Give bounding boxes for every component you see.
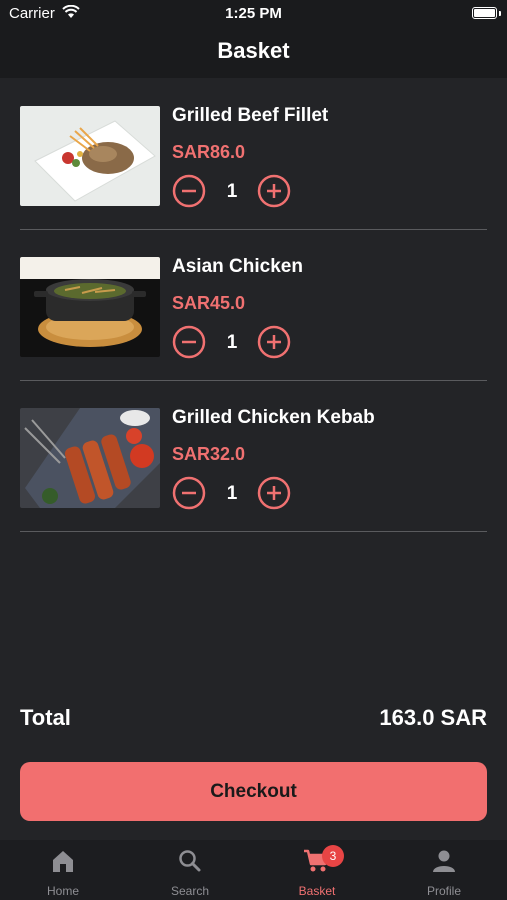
basket-item: Grilled Chicken Kebab SAR32.0 1	[20, 381, 487, 532]
food-image-asian-chicken	[20, 257, 160, 357]
plus-circle-icon	[257, 476, 291, 510]
basket-item: Asian Chicken SAR45.0 1	[20, 230, 487, 381]
tab-bar: Home Search Basket Profile	[0, 840, 507, 900]
item-quantity: 1	[226, 181, 238, 202]
clock: 1:25 PM	[225, 5, 282, 22]
minus-circle-icon	[172, 476, 206, 510]
plus-circle-icon	[257, 325, 291, 359]
basket-item: Grilled Beef Fillet SAR86.0 1	[20, 79, 487, 230]
tab-label: Basket	[298, 884, 336, 898]
battery-icon	[472, 7, 497, 19]
item-quantity: 1	[226, 483, 238, 504]
item-price: SAR32.0	[172, 444, 246, 464]
total-label: Total	[20, 705, 71, 730]
minus-circle-icon	[172, 174, 206, 208]
decrease-quantity-button[interactable]	[172, 174, 206, 208]
tab-profile[interactable]: Profile	[381, 840, 507, 900]
tab-label: Search	[170, 884, 210, 898]
plus-circle-icon	[257, 174, 291, 208]
item-name: Grilled Chicken Kebab	[172, 407, 375, 428]
search-icon	[177, 848, 203, 879]
navigation-bar: Basket	[0, 28, 507, 78]
increase-quantity-button[interactable]	[257, 476, 291, 510]
item-quantity: 1	[226, 332, 238, 353]
status-bar: Carrier 1:25 PM	[0, 0, 507, 28]
item-price: SAR86.0	[172, 142, 246, 162]
battery-tip	[499, 11, 501, 16]
tab-label: Home	[46, 884, 79, 898]
food-image-beef-fillet	[20, 106, 160, 206]
item-name: Grilled Beef Fillet	[172, 105, 329, 126]
tab-label: Profile	[426, 884, 461, 898]
item-divider	[20, 531, 487, 532]
tab-home[interactable]: Home	[0, 840, 126, 900]
increase-quantity-button[interactable]	[257, 174, 291, 208]
page-title: Basket	[217, 38, 290, 63]
increase-quantity-button[interactable]	[257, 325, 291, 359]
minus-circle-icon	[172, 325, 206, 359]
decrease-quantity-button[interactable]	[172, 476, 206, 510]
checkout-button[interactable]: Checkout	[20, 762, 487, 821]
decrease-quantity-button[interactable]	[172, 325, 206, 359]
item-name: Asian Chicken	[172, 256, 303, 277]
tab-basket[interactable]: Basket	[254, 840, 380, 900]
person-icon	[431, 848, 457, 879]
food-image-chicken-kebab	[20, 408, 160, 508]
total-value: 163.0 SAR	[379, 705, 487, 730]
tab-search[interactable]: Search	[127, 840, 253, 900]
item-price: SAR45.0	[172, 293, 246, 313]
cart-count-badge: 3	[322, 845, 344, 867]
home-icon	[50, 848, 76, 879]
